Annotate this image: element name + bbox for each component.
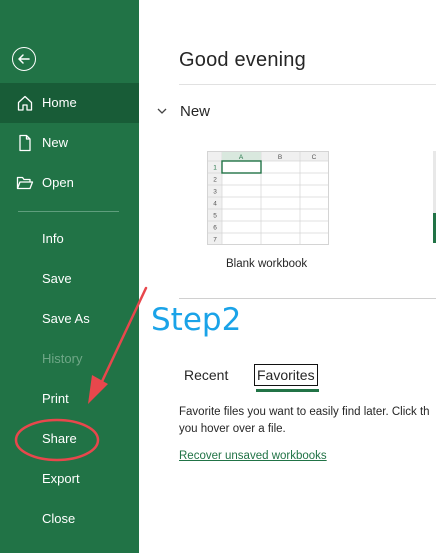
- open-folder-icon: [16, 176, 34, 190]
- favorites-description: Favorite files you want to easily find l…: [179, 404, 436, 438]
- sidebar-divider: [18, 211, 119, 212]
- new-document-icon: [19, 134, 31, 152]
- backstage-sidebar: Home New Open Info Save Save As History …: [0, 0, 139, 553]
- new-section-label: New: [180, 102, 211, 120]
- favorites-description-line: you hover over a file.: [179, 423, 286, 435]
- sidebar-item-print[interactable]: Print: [0, 379, 139, 419]
- sidebar-item-label: History: [42, 351, 83, 366]
- sidebar-item-open[interactable]: Open: [0, 163, 139, 203]
- new-section-toggle[interactable]: New: [156, 101, 210, 121]
- sidebar-item-close[interactable]: Close: [0, 499, 139, 539]
- sidebar-item-label: Export: [42, 471, 80, 486]
- svg-text:C: C: [312, 154, 317, 161]
- section-divider: [179, 298, 436, 299]
- svg-text:2: 2: [213, 177, 217, 184]
- home-panel: Good evening New A B C 1 2 3 4 5 6 7 Bla…: [139, 0, 436, 553]
- svg-text:B: B: [278, 154, 282, 161]
- svg-text:7: 7: [213, 237, 217, 244]
- sidebar-item-label: Print: [42, 391, 69, 406]
- svg-text:1: 1: [213, 165, 217, 172]
- sidebar-item-label: Save: [42, 271, 72, 286]
- svg-text:5: 5: [213, 213, 217, 220]
- home-icon: [17, 95, 33, 111]
- recover-unsaved-workbooks-link[interactable]: Recover unsaved workbooks: [179, 450, 327, 462]
- sidebar-item-label: Info: [42, 231, 64, 246]
- chevron-down-icon: [157, 108, 167, 114]
- back-arrow-icon[interactable]: [12, 47, 36, 71]
- blank-workbook-label[interactable]: Blank workbook: [226, 258, 307, 270]
- sidebar-item-label: Close: [42, 511, 76, 526]
- svg-text:4: 4: [213, 201, 217, 208]
- blank-workbook-thumbnail[interactable]: A B C 1 2 3 4 5 6 7: [207, 151, 329, 245]
- sidebar-item-info[interactable]: Info: [0, 219, 139, 259]
- sidebar-item-home[interactable]: Home: [0, 83, 139, 123]
- sidebar-item-export[interactable]: Export: [0, 459, 139, 499]
- sidebar-item-new[interactable]: New: [0, 123, 139, 163]
- tab-recent[interactable]: Recent: [184, 362, 228, 388]
- svg-text:3: 3: [213, 189, 217, 196]
- sidebar-item-label: Home: [42, 95, 77, 110]
- favorites-description-line: Favorite files you want to easily find l…: [179, 406, 430, 418]
- tab-favorites[interactable]: Favorites: [254, 364, 318, 386]
- title-divider: [179, 84, 436, 85]
- sidebar-item-history: History: [0, 339, 139, 379]
- sidebar-item-label: New: [42, 135, 69, 150]
- svg-text:6: 6: [213, 225, 217, 232]
- sidebar-item-share[interactable]: Share: [0, 419, 139, 459]
- spreadsheet-grid-icon: A B C 1 2 3 4 5 6 7: [208, 152, 328, 244]
- active-tab-indicator: [256, 389, 319, 392]
- sidebar-item-label: Open: [42, 175, 74, 190]
- sidebar-item-label: Share: [42, 431, 77, 446]
- sidebar-item-save[interactable]: Save: [0, 259, 139, 299]
- sidebar-item-save-as[interactable]: Save As: [0, 299, 139, 339]
- svg-text:A: A: [239, 154, 244, 161]
- sidebar-item-label: Save As: [42, 311, 90, 326]
- page-title: Good evening: [179, 49, 306, 71]
- step-annotation-label: Step2: [151, 302, 242, 338]
